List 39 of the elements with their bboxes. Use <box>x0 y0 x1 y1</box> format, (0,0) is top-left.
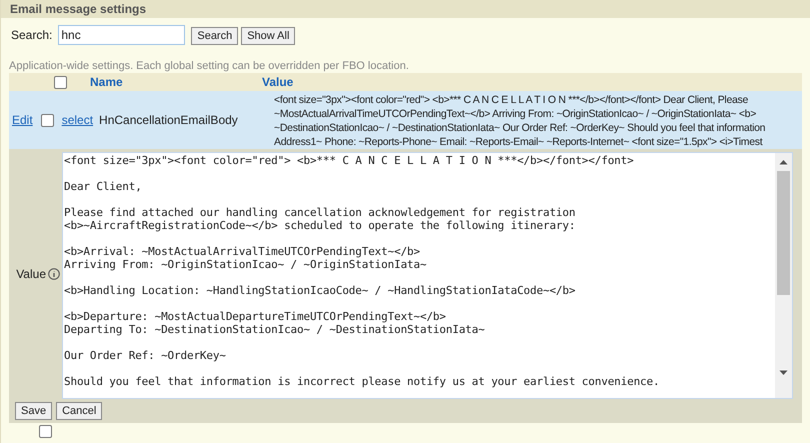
panel-header: Email message settings <box>1 0 810 18</box>
checkbox[interactable] <box>40 114 54 126</box>
setting-value-line: <font size="3px"><font color="red"> <b>*** C A N C E L L A T I O N ***</b></font></font> Dear Client, Please <box>274 93 750 107</box>
show-all-button[interactable]: Show All <box>241 27 296 45</box>
scroll-up-icon[interactable] <box>779 159 788 165</box>
column-header[interactable]: Value <box>262 73 294 91</box>
code-line: Departing To: ~DestinationStationIcao~ / ~DestinationStationIata~ <box>64 323 486 336</box>
setting-value-line: ~MostActualArrivalTimeUTCOrPendingText~</b> Arriving From: ~OriginStationIcao~ / ~OriginStationIata~ <b> <box>274 107 758 121</box>
code-line: Arriving From: ~OriginStationIcao~ / ~OriginStationIata~ <box>64 258 428 271</box>
scroll-down-icon[interactable] <box>779 370 788 376</box>
setting-name: HnCancellationEmailBody <box>99 112 239 129</box>
column-header[interactable]: Name <box>82 73 262 91</box>
setting-value-line: ~DestinationStationIcao~ / ~DestinationStationIata~ Our Order Ref: ~OrderKey~ Should you feel that information <box>274 121 766 135</box>
code-line: <b>Departure: ~MostActualDepartureTimeUTCOrPendingText~</b> <box>64 310 447 323</box>
code-line: <font size="3px"><font color="red"> <b>*** C A N C E L L A T I O N ***</b></font></font> <box>64 154 635 167</box>
value-text-area[interactable] <box>62 152 793 399</box>
code-line: Should you feel that information is incorrect please notify us at your earliest convenience. <box>64 375 660 388</box>
search-field[interactable]: hnc <box>58 24 186 44</box>
settings-note: Application-wide settings. Each global setting can be overridden per FBO location. <box>8 59 410 73</box>
value-label: Value <box>16 266 46 283</box>
scrollbar[interactable] <box>775 153 792 398</box>
code-line: <b>Arrival: ~MostActualArrivalTimeUTCOrPendingText~</b> <box>64 245 421 258</box>
info-icon[interactable] <box>48 268 60 280</box>
code-line: Our Order Ref: ~OrderKey~ <box>64 349 227 362</box>
save-button[interactable]: Save <box>15 402 52 420</box>
table-row[interactable] <box>9 91 802 149</box>
checkbox[interactable] <box>54 76 67 88</box>
code-line: <b>~AircraftRegistrationCode~</b> scheduled to operate the following itinerary: <box>64 219 576 232</box>
cancel-button[interactable]: Cancel <box>56 402 102 420</box>
search-button[interactable]: Search <box>191 27 238 45</box>
select-link[interactable]: select <box>62 111 94 129</box>
search-label: Search: <box>11 26 52 44</box>
code-line: Dear Client, <box>64 180 143 193</box>
code-line: Please find attached our handling cancellation acknowledgement for registration <box>64 206 576 219</box>
scrollbar-thumb[interactable] <box>777 171 790 295</box>
edit-link[interactable]: Edit <box>12 111 33 129</box>
checkbox[interactable] <box>39 425 52 438</box>
code-line: <b>Handling Location: ~HandlingStationIcaoCode~ / ~HandlingStationIataCode~</b> <box>64 284 576 297</box>
setting-value-line: Address1~ Phone: ~Reports-Phone~ Email: ~Reports-Email~ ~Reports-Internet~ <font size="1.5px"> <i>Timest <box>274 135 764 149</box>
